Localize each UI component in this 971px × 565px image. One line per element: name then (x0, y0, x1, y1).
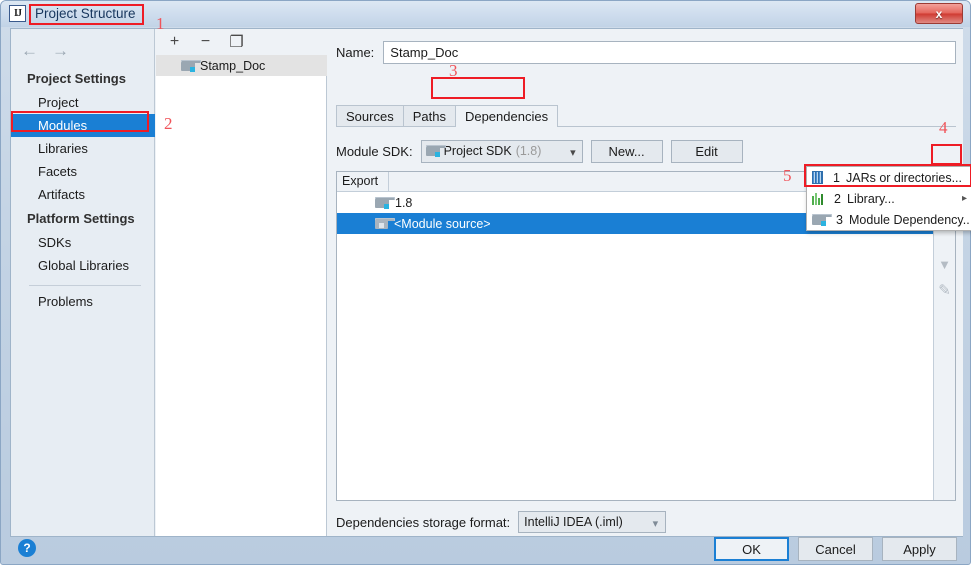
menu-item-label: Library... (847, 191, 895, 206)
storage-format-value: IntelliJ IDEA (.iml) (524, 515, 623, 529)
add-module-icon[interactable]: + (166, 33, 183, 51)
dependency-name-label: <Module source> (394, 216, 491, 231)
module-sdk-row: Module SDK: Project SDK (1.8) ▾ New... E… (336, 139, 743, 163)
module-tabs: Sources Paths Dependencies (336, 104, 956, 127)
page-title: Project Structure (35, 6, 136, 21)
sidebar-item-problems[interactable]: Problems (11, 286, 155, 309)
sdk-icon (425, 145, 446, 157)
menu-item-number: 3 (836, 212, 843, 227)
menu-item-jars-or-directories[interactable]: 1 JARs or directories... (807, 167, 971, 188)
library-icon (812, 192, 824, 205)
add-dependency-menu: 1 JARs or directories... 2 Library... ▸ … (806, 166, 971, 231)
sidebar-group-platform-settings: Platform Settings (27, 211, 135, 226)
storage-format-row: Dependencies storage format: IntelliJ ID… (336, 511, 667, 533)
name-label: Name: (336, 45, 375, 60)
cancel-button[interactable]: Cancel (798, 537, 873, 561)
modules-toolbar: + − ❐ (156, 29, 327, 55)
edit-sdk-button[interactable]: Edit (670, 139, 743, 163)
module-sdk-label: Module SDK: (336, 143, 413, 159)
help-button[interactable]: ? (18, 539, 36, 557)
tab-sources[interactable]: Sources (336, 105, 404, 127)
menu-item-number: 2 (834, 191, 841, 206)
sidebar-item-artifacts[interactable]: Artifacts (11, 183, 155, 206)
chevron-right-icon: ▸ (961, 193, 967, 204)
copy-module-icon[interactable]: ❐ (228, 34, 245, 51)
dialog-buttons: OK Cancel Apply (714, 537, 957, 561)
project-structure-dialog: IJ Project Structure x ← → Project Setti… (0, 0, 971, 565)
column-header-export[interactable]: Export (337, 172, 389, 191)
menu-item-number: 1 (833, 170, 840, 185)
jar-icon (812, 171, 823, 184)
modules-list-panel: + − ❐ Stamp_Doc (156, 29, 327, 536)
close-button[interactable]: x (915, 3, 963, 24)
menu-item-module-dependency[interactable]: 3 Module Dependency.. (807, 209, 971, 230)
tab-dependencies[interactable]: Dependencies (454, 105, 559, 127)
dependency-name-label: 1.8 (395, 195, 413, 210)
list-item-stamp-doc[interactable]: Stamp_Doc (156, 55, 327, 76)
menu-item-library[interactable]: 2 Library... ▸ (807, 188, 971, 209)
name-input[interactable] (383, 41, 956, 64)
dialog-footer: ? OK Cancel Apply (10, 537, 963, 564)
sidebar-item-facets[interactable]: Facets (11, 160, 155, 183)
sidebar-group-project-settings: Project Settings (27, 71, 126, 86)
settings-sidebar: ← → Project Settings Project Modules Lib… (11, 29, 155, 536)
sidebar-list: Project Settings Project Modules Librari… (11, 66, 155, 309)
sidebar-item-modules[interactable]: Modules (11, 114, 155, 137)
menu-item-label: JARs or directories... (846, 170, 963, 185)
sidebar-item-global-libraries[interactable]: Global Libraries (11, 254, 155, 277)
edit-pencil-icon[interactable]: ✎ (938, 283, 951, 298)
module-settings-panel: Name: Sources Paths Dependencies Module … (328, 29, 963, 536)
module-sdk-select[interactable]: Project SDK (1.8) ▾ (420, 139, 583, 163)
module-sdk-value: Project SDK (443, 144, 512, 158)
new-sdk-button[interactable]: New... (590, 139, 663, 163)
module-icon (812, 213, 832, 226)
module-name-label: Stamp_Doc (200, 58, 266, 73)
sidebar-item-sdks[interactable]: SDKs (11, 231, 155, 254)
tab-paths[interactable]: Paths (402, 105, 456, 127)
sidebar-item-libraries[interactable]: Libraries (11, 137, 155, 160)
dialog-body: ← → Project Settings Project Modules Lib… (10, 28, 963, 537)
chevron-down-icon: ▾ (652, 518, 659, 530)
module-icon (181, 59, 201, 72)
storage-format-select[interactable]: IntelliJ IDEA (.iml) ▾ (518, 511, 667, 533)
storage-format-label: Dependencies storage format: (336, 514, 511, 530)
column-header-name (389, 172, 835, 191)
module-name-row: Name: (336, 41, 956, 64)
ok-button[interactable]: OK (714, 537, 789, 561)
navigation-arrows: ← → (21, 39, 69, 61)
dependencies-side-toolbar: ▼ ✎ (933, 192, 955, 500)
title-bar: IJ Project Structure x (1, 1, 970, 27)
menu-item-label: Module Dependency.. (849, 212, 970, 227)
remove-module-icon[interactable]: − (197, 33, 214, 51)
sidebar-item-project[interactable]: Project (11, 91, 155, 114)
sdk-icon (375, 196, 395, 209)
move-down-icon[interactable]: ▼ (938, 258, 951, 271)
module-source-icon (375, 217, 395, 230)
apply-button[interactable]: Apply (882, 537, 957, 561)
module-sdk-version: (1.8) (515, 144, 542, 158)
chevron-down-icon: ▾ (570, 146, 576, 159)
intellij-idea-icon: IJ (9, 5, 26, 22)
tabs-underline (336, 126, 956, 127)
back-arrow-icon[interactable]: ← (21, 42, 38, 59)
forward-arrow-icon[interactable]: → (52, 42, 69, 59)
